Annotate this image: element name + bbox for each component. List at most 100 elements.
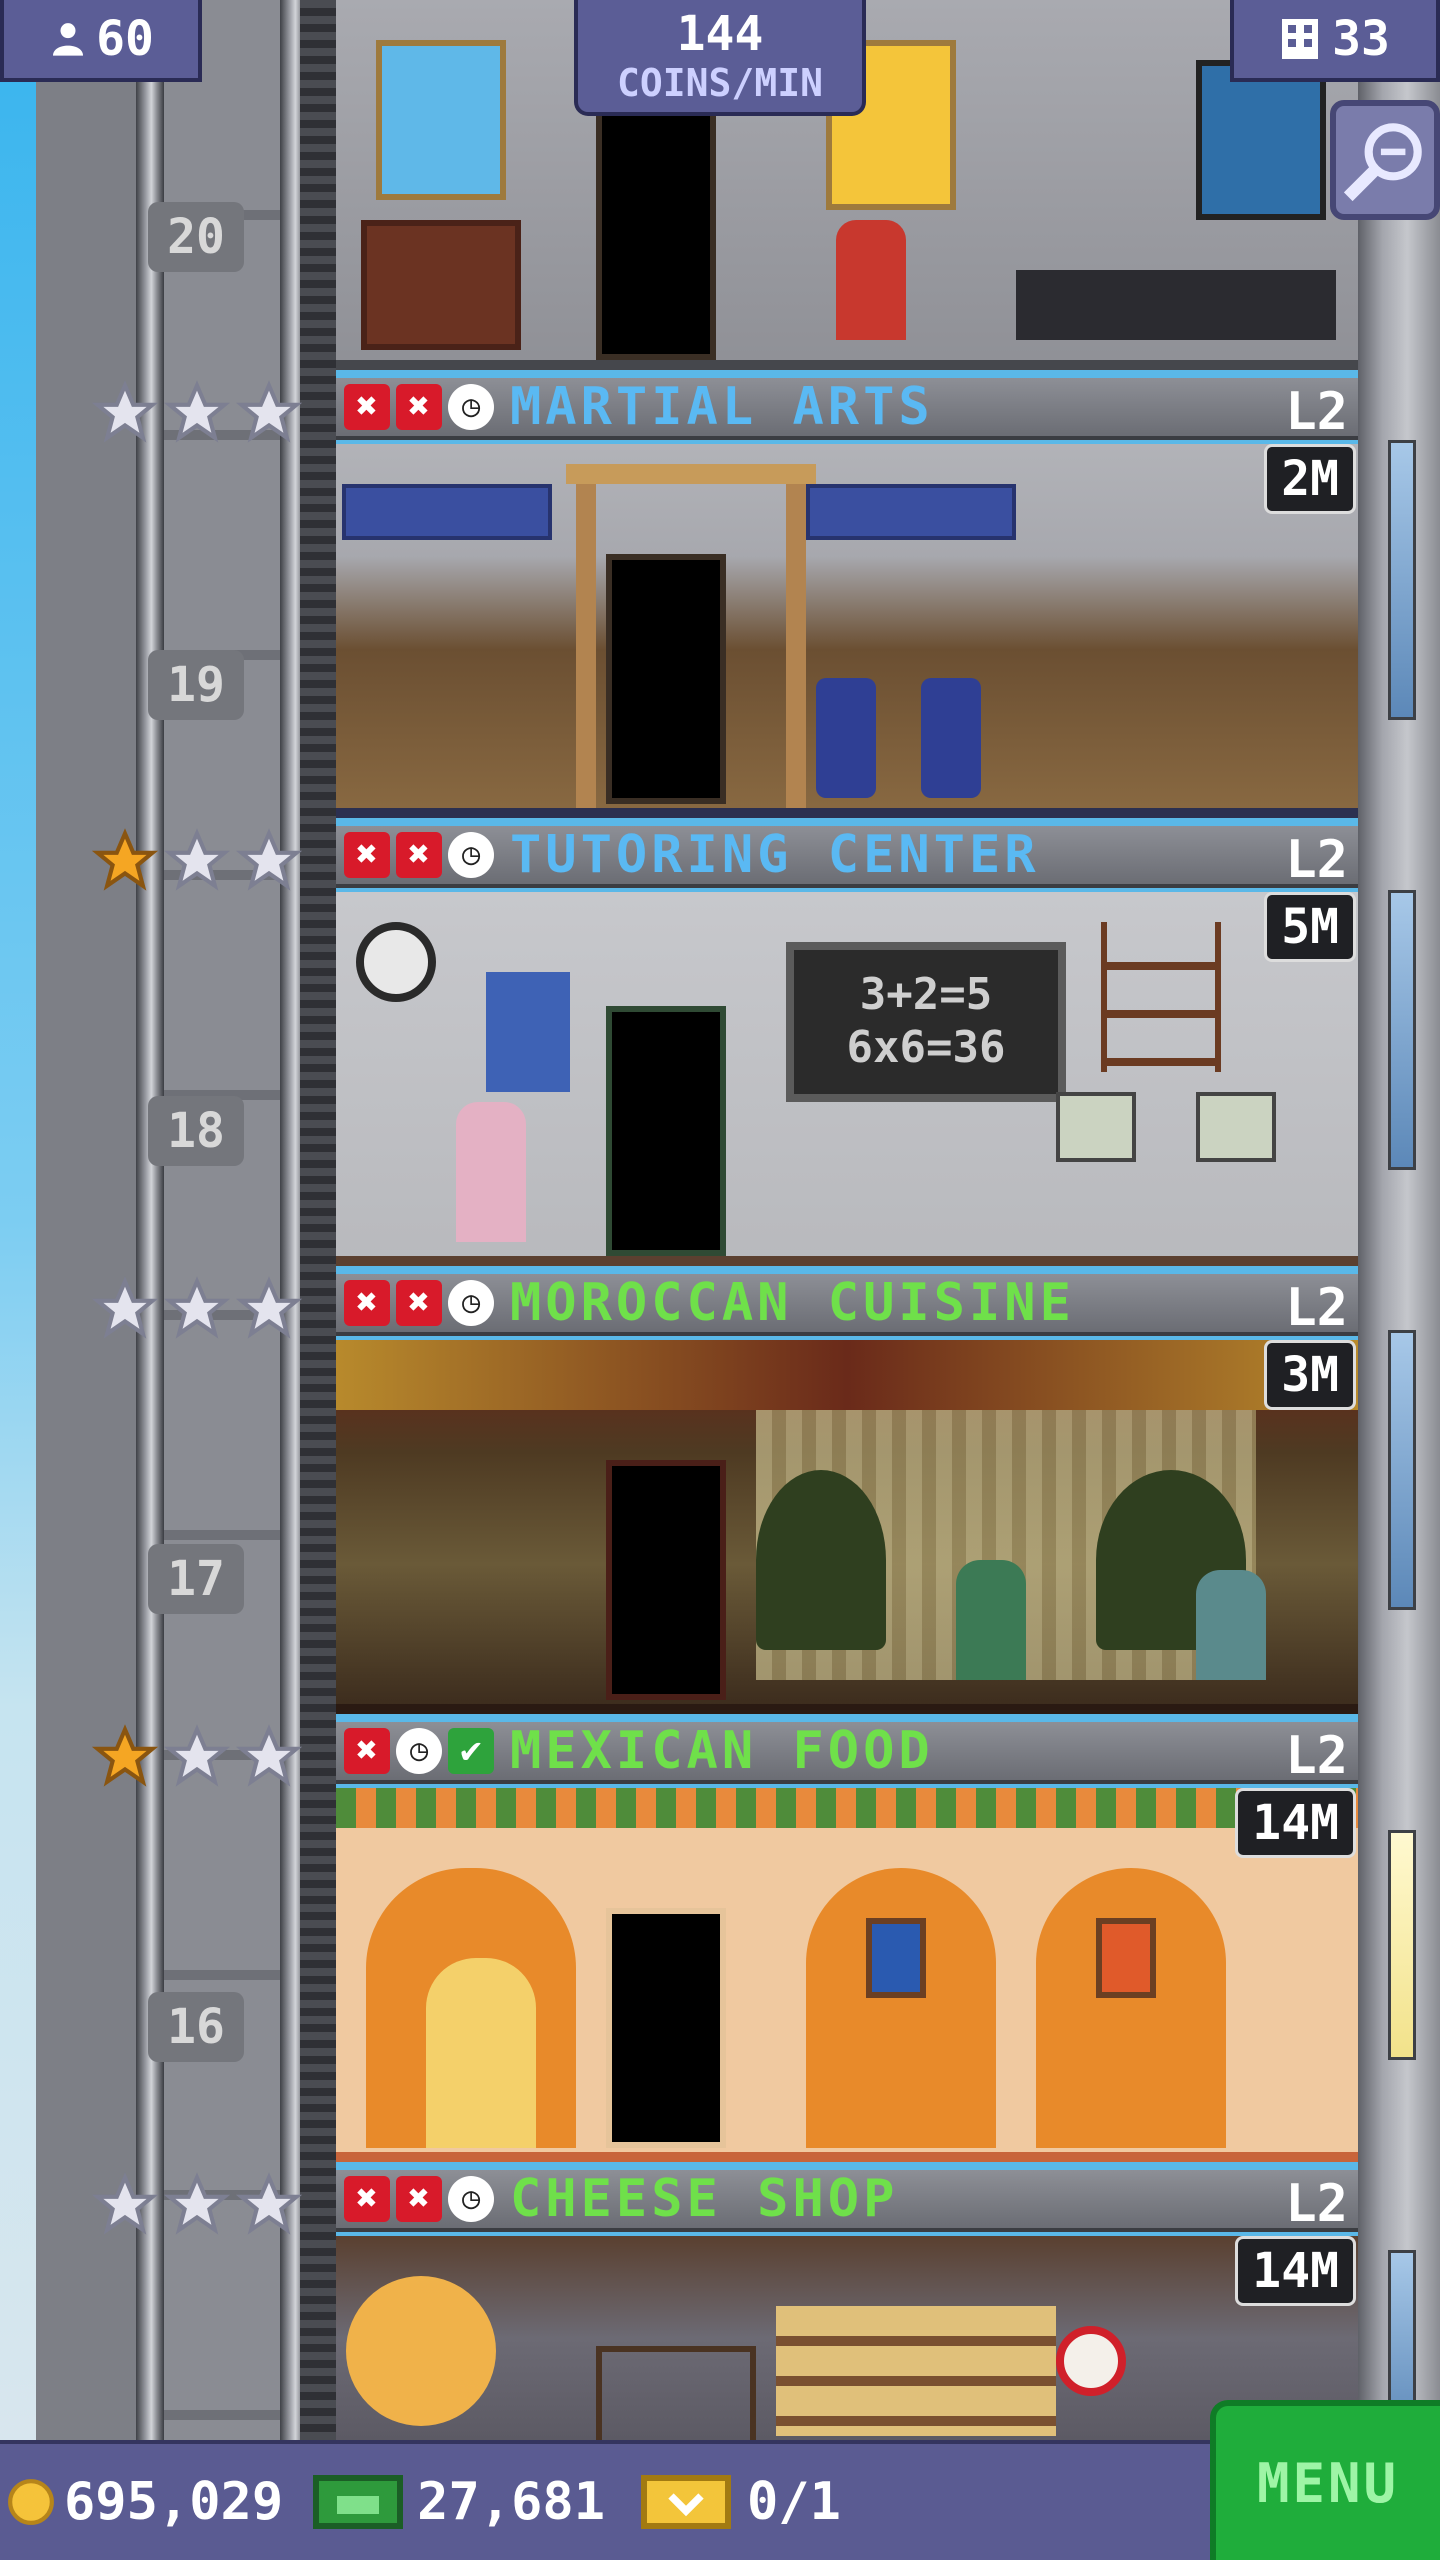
customer[interactable] [956, 1560, 1026, 1680]
stock-missing-icon: ✖ [396, 2176, 442, 2222]
side-window [1388, 440, 1416, 720]
office-worker[interactable] [836, 220, 906, 340]
tickets-display[interactable]: 0/1 [641, 2472, 841, 2532]
bux-icon [313, 2475, 404, 2529]
cheese-shelf [776, 2306, 1056, 2436]
wall-poster [1196, 60, 1326, 220]
status-icons: ✖ ✖ ◷ [344, 1280, 494, 1326]
palm-plant [756, 1470, 886, 1650]
side-window [1388, 890, 1416, 1170]
stock-missing-icon: ✖ [344, 2176, 390, 2222]
floor-header[interactable]: ✖ ✖ ◷ CHEESE SHOP L2 [336, 2170, 1358, 2234]
coins-amount: 695,029 [64, 2472, 284, 2532]
floor-income: 14M [1235, 1788, 1356, 1858]
wall-picture [866, 1918, 926, 1998]
floor-name: MOROCCAN CUISINE [510, 1274, 1075, 1333]
floor-stars-18 [92, 828, 302, 894]
star-icon [236, 380, 302, 443]
clock-icon: ◷ [448, 1280, 494, 1326]
star-icon [92, 380, 158, 443]
floor-stars-15 [92, 2172, 302, 2238]
floor-number-19: 19 [148, 650, 244, 720]
elevator-rail-left [136, 0, 164, 2440]
floor-martial-arts[interactable]: ✖ ✖ ◷ MARTIAL ARTS L2 2M [336, 378, 1358, 818]
floor-income: 14M [1235, 2236, 1356, 2306]
chalkboard-line: 6x6=36 [846, 1022, 1006, 1073]
bux-display[interactable]: 27,681 [313, 2472, 605, 2532]
floor-income: 5M [1264, 892, 1356, 962]
floor-divider [336, 808, 1358, 818]
wall-banner [806, 484, 1016, 540]
floor-mexican-food[interactable]: ✖ ◷ ✔ MEXICAN FOOD L2 14M [336, 1722, 1358, 2162]
star-icon [92, 1276, 158, 1339]
star-icon [92, 2172, 158, 2235]
customer[interactable] [1196, 1570, 1266, 1680]
floor-name: CHEESE SHOP [510, 2170, 899, 2229]
side-window [1388, 1330, 1416, 1610]
floor-header[interactable]: ✖ ✖ ◷ TUTORING CENTER L2 [336, 826, 1358, 890]
floor-name: TUTORING CENTER [510, 826, 1040, 885]
side-window-lit [1388, 1830, 1416, 2060]
floor-count-badge[interactable]: 33 [1230, 0, 1440, 82]
floor-level: L2 [1285, 382, 1348, 442]
clock-icon: ◷ [448, 832, 494, 878]
floor-number-17: 17 [148, 1544, 244, 1614]
ceiling-trim [336, 1788, 1358, 1828]
floor-level: L2 [1285, 830, 1348, 890]
floor-cheese-shop[interactable]: ✖ ✖ ◷ CHEESE SHOP L2 14M [336, 2170, 1358, 2440]
clock-icon: ◷ [448, 384, 494, 430]
star-icon [236, 1276, 302, 1339]
clock-icon: ◷ [396, 1728, 442, 1774]
floor-stars-19 [92, 380, 302, 446]
zoom-button[interactable] [1330, 100, 1440, 220]
population-badge[interactable]: 60 [0, 0, 202, 82]
tutoring-door [606, 1006, 726, 1256]
punching-bag [921, 678, 981, 798]
floor-income: 3M [1264, 1340, 1356, 1410]
coins-per-min-badge[interactable]: 144 COINS/MIN [574, 0, 866, 116]
stock-ready-icon: ✔ [448, 1728, 494, 1774]
martial-arts-door [606, 554, 726, 804]
floor-tutoring-center[interactable]: ✖ ✖ ◷ TUTORING CENTER L2 3+2=5 6x6=36 5M [336, 826, 1358, 1266]
stock-missing-icon: ✖ [344, 1280, 390, 1326]
gate-post [786, 484, 806, 814]
star-icon [164, 1724, 230, 1787]
floor-moroccan-cuisine[interactable]: ✖ ✖ ◷ MOROCCAN CUISINE L2 3M [336, 1274, 1358, 1714]
stock-missing-icon: ✖ [396, 1280, 442, 1326]
bux-amount: 27,681 [417, 2472, 605, 2532]
floor-header[interactable]: ✖ ✖ ◷ MOROCCAN CUISINE L2 [336, 1274, 1358, 1338]
elevator-shaft[interactable] [36, 0, 336, 2440]
wall-banner [342, 484, 552, 540]
floor-number-20: 20 [148, 202, 244, 272]
gold-star-icon [92, 1724, 158, 1787]
arch-alcove [1036, 1868, 1226, 2148]
floor-divider [336, 1704, 1358, 1714]
apple-poster [486, 972, 570, 1092]
mexican-door [606, 1908, 726, 2148]
bookshelf [361, 220, 521, 350]
gate-post [576, 484, 596, 814]
shaft-edge [300, 0, 336, 2440]
chalkboard: 3+2=5 6x6=36 [786, 942, 1066, 1102]
stock-missing-icon: ✖ [396, 384, 442, 430]
star-icon [164, 1276, 230, 1339]
stock-missing-icon: ✖ [344, 832, 390, 878]
floor-header[interactable]: ✖ ◷ ✔ MEXICAN FOOD L2 [336, 1722, 1358, 1786]
building-icon [1282, 19, 1319, 59]
star-icon [164, 828, 230, 891]
coins-display[interactable]: 695,029 [6, 2472, 283, 2532]
floor-level: L2 [1285, 1278, 1348, 1338]
magnifier-icon [1343, 123, 1422, 202]
student[interactable] [456, 1102, 526, 1242]
population-count: 60 [96, 11, 154, 67]
coins-per-min-value: 144 [676, 6, 764, 62]
stock-missing-icon: ✖ [344, 1728, 390, 1774]
floor-stars-16 [92, 1724, 302, 1790]
golden-ticket-icon [641, 2475, 731, 2529]
wall-picture [1096, 1918, 1156, 1998]
elevator-car-column [164, 0, 280, 2440]
floor-name: MEXICAN FOOD [510, 1722, 934, 1781]
menu-button[interactable]: MENU [1210, 2400, 1440, 2560]
floor-header[interactable]: ✖ ✖ ◷ MARTIAL ARTS L2 [336, 378, 1358, 442]
sombrero-customer[interactable] [426, 1958, 536, 2148]
